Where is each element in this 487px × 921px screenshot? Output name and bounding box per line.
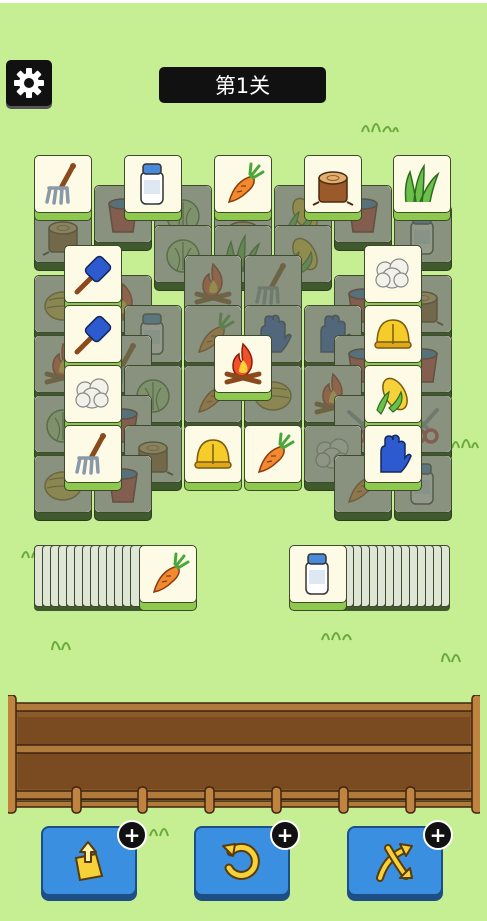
stack-right-top-milk[interactable] (289, 545, 347, 611)
tile-bell[interactable] (364, 305, 422, 371)
tile-grass[interactable] (393, 155, 451, 221)
tile-tray (8, 695, 480, 814)
settings-button[interactable] (6, 60, 52, 106)
grass-decoration (451, 439, 479, 449)
brush-icon (67, 248, 119, 300)
tile-brush[interactable] (64, 245, 122, 311)
tile-cauliflower[interactable] (364, 245, 422, 311)
pop-out-badge: + (117, 820, 147, 850)
stack-left-top-carrot[interactable] (139, 545, 197, 611)
glove-icon (380, 434, 412, 473)
grass-decoration (321, 632, 352, 641)
tile-bell[interactable] (184, 425, 242, 491)
gear-icon (14, 68, 44, 98)
tile-rake[interactable] (64, 425, 122, 491)
grass-decoration (441, 653, 461, 663)
undo-button[interactable]: + (194, 820, 300, 896)
rake-icon (37, 158, 89, 210)
milk-bottle-icon (140, 163, 164, 205)
rake-icon (67, 428, 119, 480)
level-title: 第1关 (159, 67, 326, 103)
carrot-icon (227, 162, 265, 204)
tile-cauliflower[interactable] (64, 365, 122, 431)
tile-out-icon (74, 841, 104, 882)
tile-milk[interactable] (124, 155, 182, 221)
bell-icon (374, 319, 412, 349)
grass-decoration (51, 641, 71, 651)
grass-icon (404, 165, 439, 203)
tile-carrot[interactable] (244, 425, 302, 491)
grass-decoration (149, 828, 169, 837)
cauliflower-icon (75, 378, 109, 409)
brush-icon (67, 308, 119, 360)
pop-out-button[interactable]: + (41, 820, 147, 896)
tile-glove[interactable] (364, 425, 422, 491)
undo-badge: + (270, 820, 300, 850)
undo-icon (222, 842, 260, 880)
grass-decoration (361, 123, 399, 133)
milk-bottle-icon (305, 553, 329, 595)
tile-corn[interactable] (364, 365, 422, 431)
shuffle-icon (376, 843, 413, 882)
corn-icon (376, 373, 413, 415)
shuffle-badge: + (423, 820, 453, 850)
tile-brush[interactable] (64, 305, 122, 371)
cauliflower-icon (375, 258, 409, 289)
tree-stump-icon (312, 171, 354, 206)
campfire-icon (217, 338, 269, 390)
game-screen: 第1关 + + + (0, 0, 487, 921)
tile-campfire[interactable] (214, 335, 272, 401)
tile-carrot[interactable] (214, 155, 272, 221)
tile-rake[interactable] (34, 155, 92, 221)
bell-icon (194, 439, 232, 469)
carrot-icon (152, 552, 190, 594)
top-border (0, 0, 487, 3)
tile-stump[interactable] (304, 155, 362, 221)
carrot-icon (257, 432, 295, 474)
shuffle-button[interactable]: + (347, 820, 453, 896)
